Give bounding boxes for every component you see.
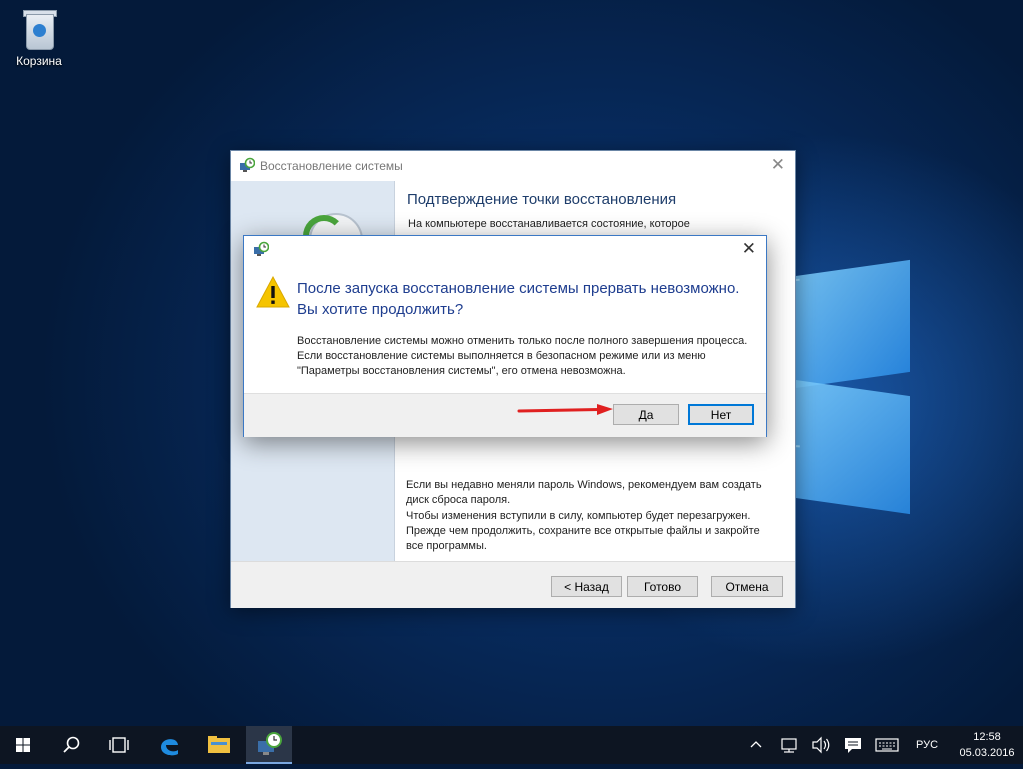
action-center-icon[interactable] (840, 726, 866, 764)
clock-time: 12:58 (973, 731, 1001, 743)
task-view-icon (109, 737, 129, 753)
keyboard-icon[interactable] (872, 726, 902, 764)
edge-browser-icon (161, 739, 178, 756)
chevron-up-icon[interactable] (744, 726, 768, 764)
confirmation-dialog: ✕ После запуска восстановление системы п… (243, 235, 767, 437)
no-button[interactable]: Нет (688, 404, 754, 425)
recycle-bin-icon (22, 8, 57, 50)
system-restore-icon (240, 157, 255, 172)
red-pointer-arrow (517, 404, 613, 415)
dialog-title-bar[interactable]: ✕ (244, 236, 766, 262)
close-icon[interactable]: ✕ (771, 156, 785, 174)
input-language-indicator[interactable]: РУС (912, 726, 942, 764)
dialog-content-text: Восстановление системы можно отменить то… (297, 335, 748, 377)
cancel-button[interactable]: Отмена (711, 576, 783, 597)
close-icon[interactable]: ✕ (742, 240, 756, 258)
search-icon (63, 736, 80, 753)
edge-taskbar-button[interactable] (146, 726, 192, 764)
taskbar: РУС 12:58 05.03.2016 (0, 726, 1023, 764)
file-explorer-icon (208, 736, 230, 753)
task-view-button[interactable] (96, 726, 142, 764)
recycle-bin-label: Корзина (16, 54, 62, 68)
system-clock[interactable]: 12:58 05.03.2016 (959, 729, 1015, 761)
windows-start-icon (16, 738, 30, 752)
windows-logo-pane-bottom (795, 379, 910, 515)
window-title: Восстановление системы (260, 159, 403, 173)
system-restore-app-icon (258, 732, 282, 755)
windows-logo-pane-top (795, 259, 910, 389)
wizard-button-bar: < Назад Готово Отмена (231, 561, 795, 608)
finish-button[interactable]: Готово (627, 576, 698, 597)
clock-date: 05.03.2016 (959, 747, 1015, 759)
dialog-main-instruction: После запуска восстановление системы пре… (297, 280, 740, 318)
page-title: Подтверждение точки восстановления (407, 191, 677, 208)
recycle-bin[interactable]: Корзина (10, 8, 68, 68)
start-button[interactable] (0, 726, 46, 764)
warning-icon (256, 276, 290, 308)
volume-icon[interactable] (808, 726, 834, 764)
restart-note: Чтобы изменения вступили в силу, компьют… (406, 510, 760, 552)
password-reset-note: Если вы недавно меняли пароль Windows, р… (406, 479, 762, 506)
yes-button[interactable]: Да (613, 404, 679, 425)
window-title-bar[interactable]: Восстановление системы ✕ (231, 151, 795, 181)
system-restore-icon (254, 241, 269, 256)
network-icon[interactable] (776, 726, 802, 764)
search-button[interactable] (48, 726, 94, 764)
file-explorer-button[interactable] (196, 726, 242, 764)
back-button[interactable]: < Назад (551, 576, 622, 597)
system-restore-taskbar-button[interactable] (246, 726, 292, 764)
intro-text: На компьютере восстанавливается состояни… (408, 218, 690, 230)
dialog-button-bar: Да Нет (244, 393, 766, 437)
